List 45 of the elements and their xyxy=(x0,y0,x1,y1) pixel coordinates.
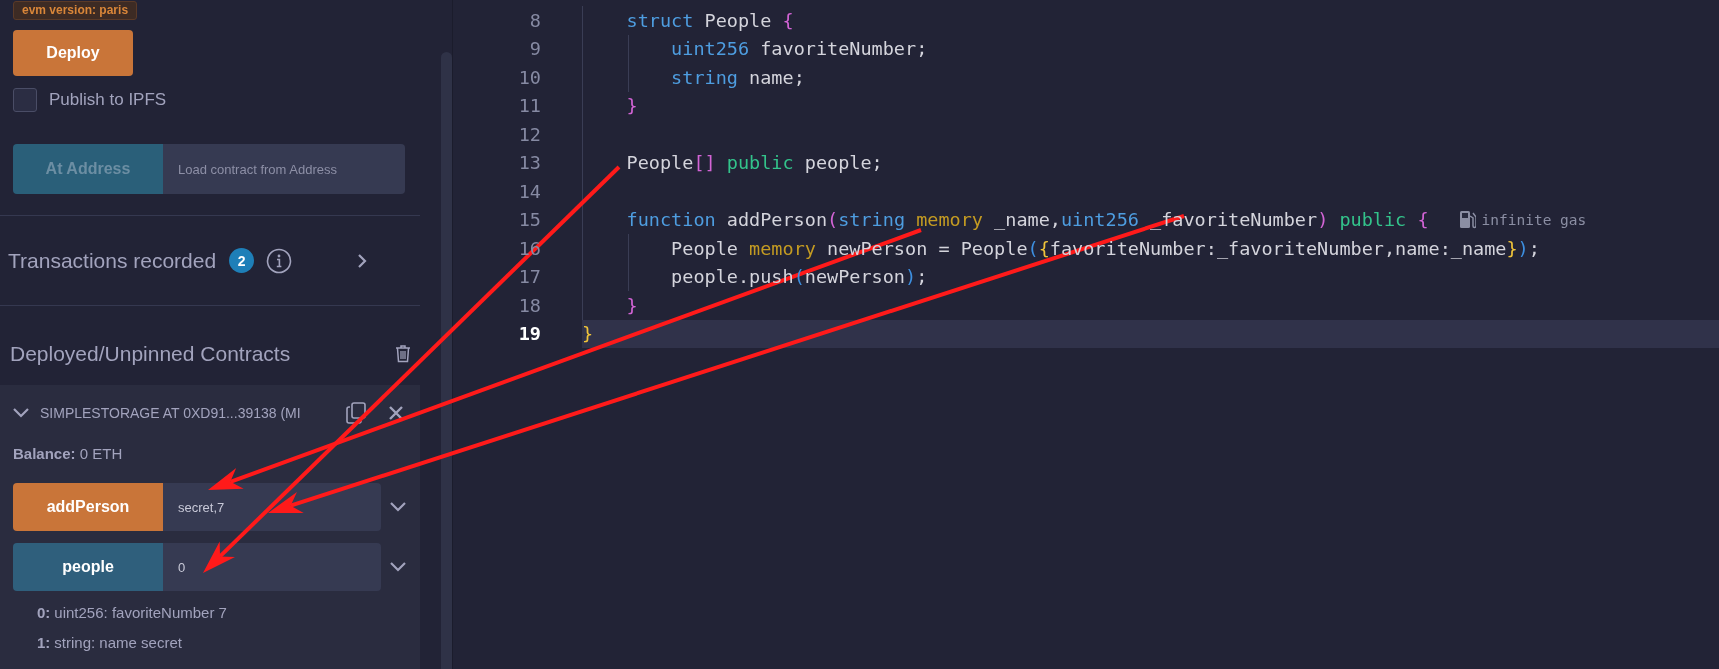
version-badge: evm version: paris xyxy=(13,1,138,20)
trash-icon[interactable] xyxy=(395,344,411,363)
line-number: 11 xyxy=(517,95,542,117)
section-title: Deployed/Unpinned Contracts xyxy=(10,341,292,366)
code-line: People[] public people; xyxy=(625,152,883,174)
checkbox[interactable] xyxy=(13,88,37,112)
count-badge: 2 xyxy=(229,248,255,273)
code-line: people.push(newPerson); xyxy=(670,266,928,288)
function-button[interactable]: people xyxy=(13,543,163,591)
close-icon[interactable] xyxy=(388,405,404,421)
info-icon xyxy=(266,247,293,274)
contract-title: SIMPLESTORAGE AT 0XD91...39138 (MI xyxy=(40,405,302,421)
line-number: 19 xyxy=(517,323,542,345)
code-line: } xyxy=(625,95,638,117)
line-number: 14 xyxy=(517,180,542,202)
code-line: uint256 favoriteNumber; xyxy=(670,38,928,60)
checkbox-label: Publish to IPFS xyxy=(49,90,167,110)
output-line: 0: uint256: favoriteNumber 7 xyxy=(37,602,228,623)
chevron-down-icon[interactable] xyxy=(389,561,407,573)
line-number: 13 xyxy=(517,152,542,174)
inline-hint: infinite gas xyxy=(1481,211,1587,228)
line-number: 18 xyxy=(517,294,542,316)
line-number: 9 xyxy=(528,38,542,60)
scrollbar[interactable] xyxy=(441,52,452,669)
code-line: struct People { xyxy=(625,9,794,31)
balance-text: Balance: 0 ETH xyxy=(13,445,124,462)
copy-icon[interactable] xyxy=(346,402,366,424)
argument-field[interactable]: secret,7 xyxy=(163,483,381,531)
code-line: } xyxy=(582,323,594,345)
line-number: 15 xyxy=(517,209,542,231)
line-number: 12 xyxy=(517,123,542,145)
line-number: 10 xyxy=(517,66,542,88)
chevron-down-icon[interactable] xyxy=(389,501,407,513)
argument-field[interactable]: 0 xyxy=(163,543,381,591)
output-line: 1: string: name secret xyxy=(37,632,183,653)
chevron-right-icon[interactable] xyxy=(356,251,369,270)
line-number: 17 xyxy=(517,266,542,288)
fuel-pump-icon xyxy=(1458,210,1476,230)
function-button[interactable]: addPerson xyxy=(13,483,163,531)
deploy-button[interactable]: Deploy xyxy=(13,30,133,76)
code-line: } xyxy=(625,294,638,316)
line-number: 8 xyxy=(528,9,542,31)
section-title[interactable]: Transactions recorded xyxy=(8,248,217,273)
code-line: string name; xyxy=(670,66,805,88)
chevron-down-icon[interactable] xyxy=(12,407,30,419)
